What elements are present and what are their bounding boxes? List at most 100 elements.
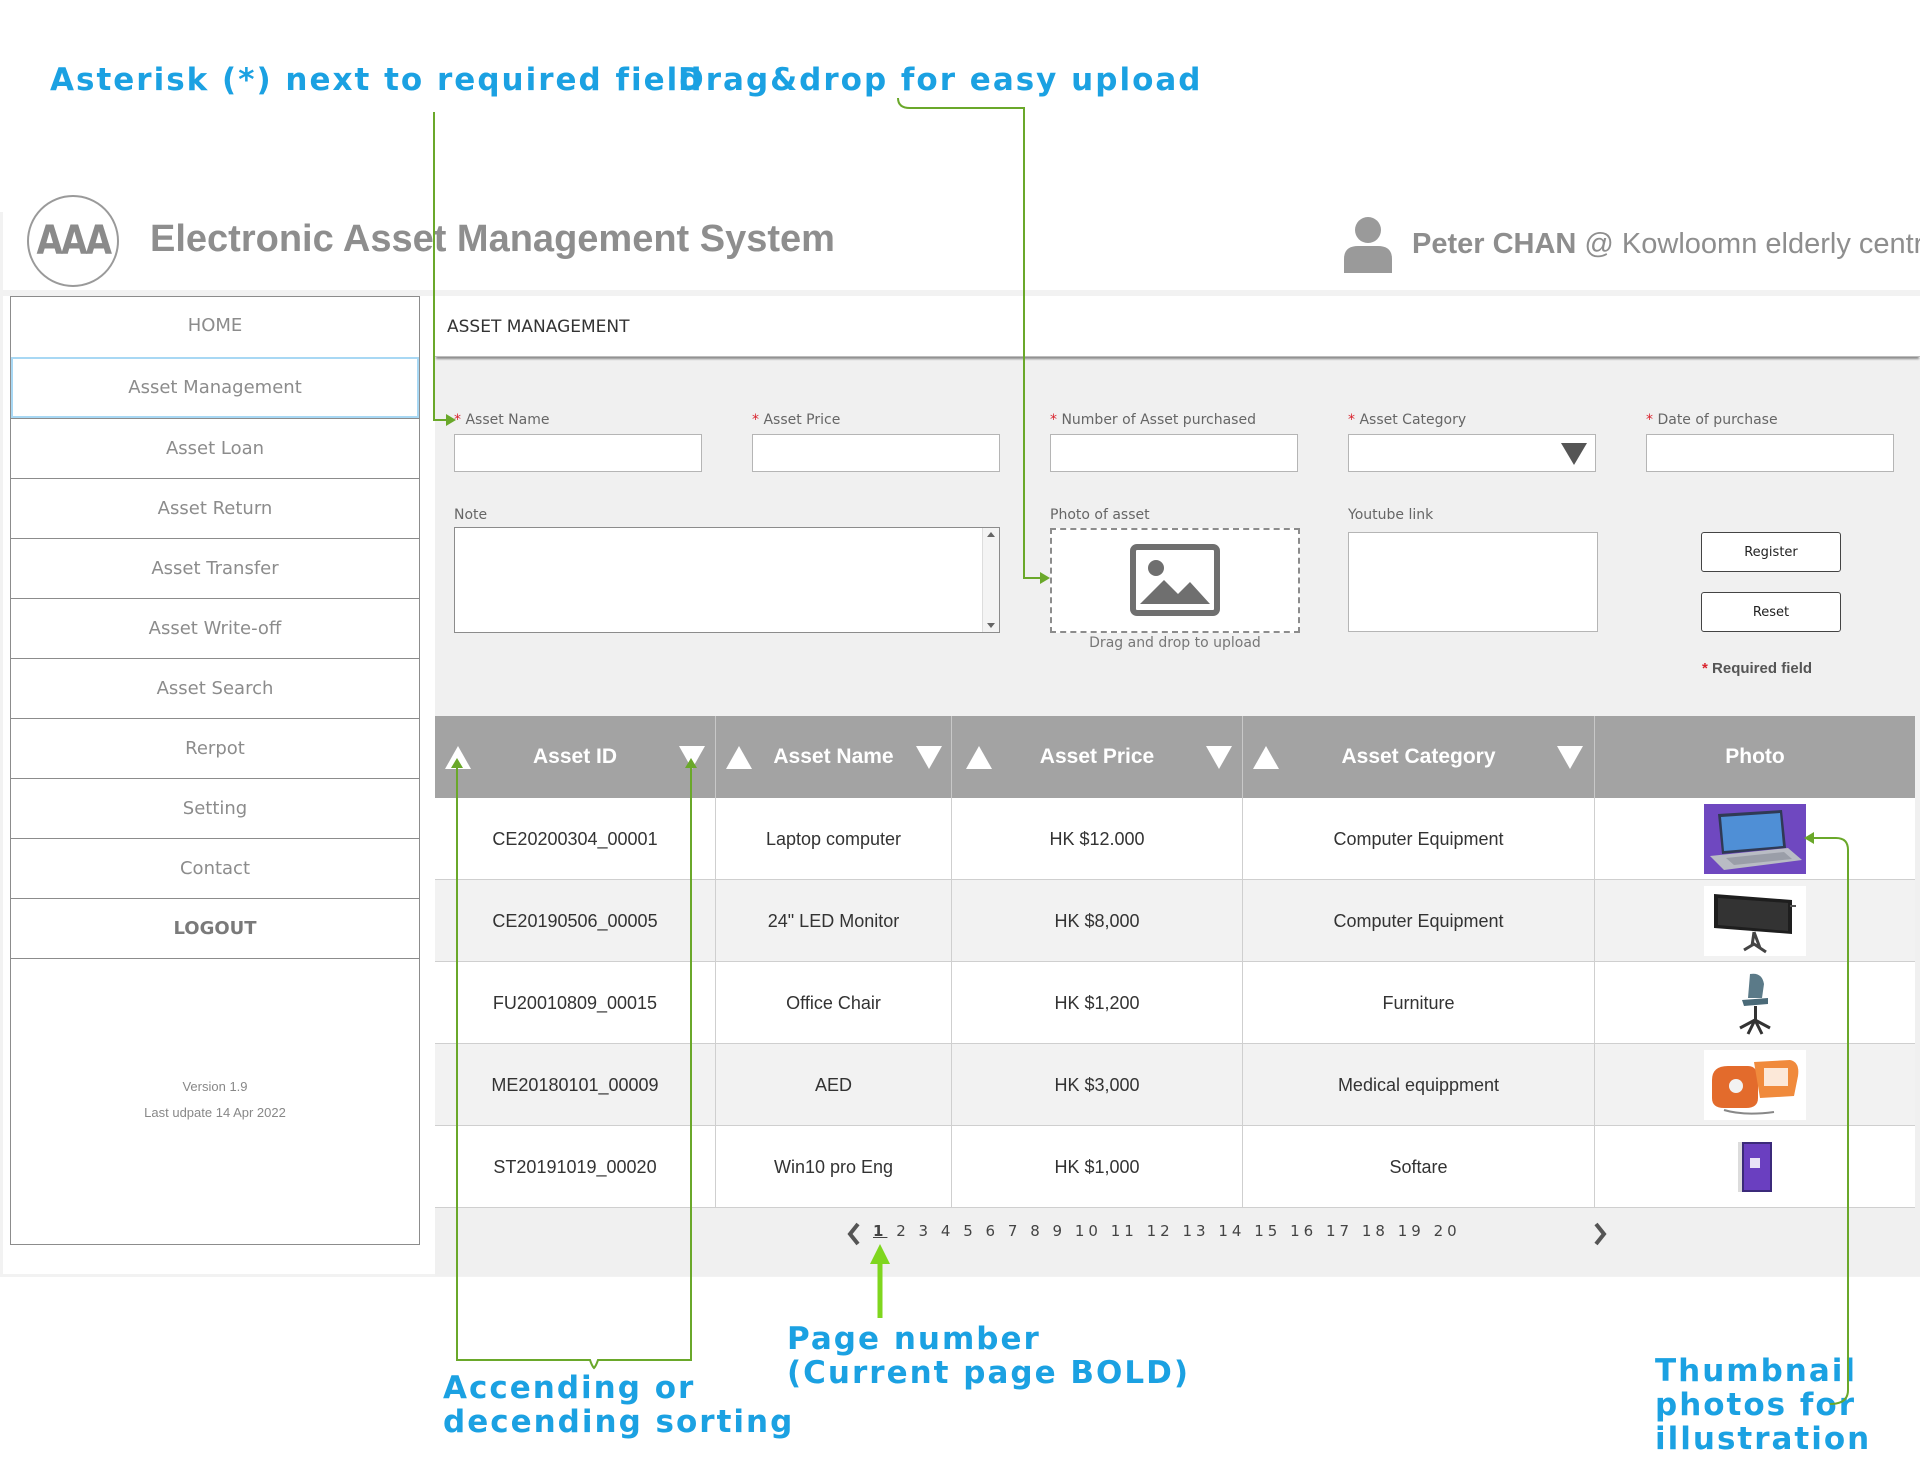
annotation-page-number-line2: (Current page BOLD) bbox=[787, 1355, 1191, 1391]
table-row[interactable]: ST20191019_00020 Win10 pro Eng HK $1,000… bbox=[435, 1126, 1915, 1208]
table-header: Asset ID Asset Name Asset Price Asset Ca… bbox=[435, 716, 1915, 798]
cell-photo bbox=[1595, 962, 1915, 1044]
sort-descending-icon[interactable] bbox=[679, 746, 705, 769]
page-link[interactable]: 18 bbox=[1362, 1222, 1389, 1240]
monitor-thumbnail[interactable] bbox=[1704, 886, 1806, 956]
page-link[interactable]: 20 bbox=[1434, 1222, 1461, 1240]
sort-ascending-icon[interactable] bbox=[726, 746, 752, 769]
sort-ascending-icon[interactable] bbox=[1253, 746, 1279, 769]
column-header-asset-name: Asset Name bbox=[716, 716, 952, 798]
required-field-legend: * Required field bbox=[1702, 660, 1813, 677]
page-link[interactable]: 11 bbox=[1111, 1222, 1138, 1240]
page-link[interactable]: 3 bbox=[919, 1222, 933, 1240]
page-title: ASSET MANAGEMENT bbox=[447, 317, 630, 337]
version-info: Version 1.9 Last udpate 14 Apr 2022 bbox=[11, 1074, 419, 1126]
table-row[interactable]: FU20010809_00015 Office Chair HK $1,200 … bbox=[435, 962, 1915, 1044]
youtube-link-input[interactable] bbox=[1348, 532, 1598, 632]
cell-asset-price: HK $1,200 bbox=[952, 962, 1243, 1044]
register-button[interactable]: Register bbox=[1701, 532, 1841, 572]
cell-asset-name: Laptop computer bbox=[716, 798, 952, 880]
cell-asset-price: HK $12.000 bbox=[952, 798, 1243, 880]
asset-name-input[interactable] bbox=[454, 434, 702, 472]
youtube-label: Youtube link bbox=[1348, 507, 1434, 523]
table-row[interactable]: ME20180101_00009 AED HK $3,000 Medical e… bbox=[435, 1044, 1915, 1126]
user-organization: @ Kowloomn elderly centre bbox=[1576, 228, 1920, 260]
page-current[interactable]: 1 bbox=[873, 1222, 887, 1240]
reset-button[interactable]: Reset bbox=[1701, 592, 1841, 632]
software-box-thumbnail[interactable] bbox=[1704, 1132, 1806, 1202]
pagination: 1 2 3 4 5 6 7 8 9 10 11 12 13 14 15 16 1… bbox=[873, 1222, 1461, 1240]
logo-text: AAA bbox=[36, 218, 112, 264]
cell-asset-price: HK $1,000 bbox=[952, 1126, 1243, 1208]
table-row[interactable]: CE20190506_00005 24" LED Monitor HK $8,0… bbox=[435, 880, 1915, 962]
sidebar-item-asset-search[interactable]: Asset Search bbox=[11, 658, 419, 718]
sidebar-item-asset-management[interactable]: Asset Management bbox=[11, 357, 419, 418]
page-link[interactable]: 17 bbox=[1326, 1222, 1353, 1240]
cell-asset-id: FU20010809_00015 bbox=[435, 962, 716, 1044]
purchase-date-label: * Date of purchase bbox=[1646, 412, 1778, 428]
aed-thumbnail[interactable] bbox=[1704, 1050, 1806, 1120]
scroll-arrows-icon[interactable] bbox=[983, 528, 999, 632]
cell-photo bbox=[1595, 880, 1915, 962]
annotation-required-field: Asterisk (*) next to required field bbox=[50, 62, 704, 98]
sort-descending-icon[interactable] bbox=[1557, 746, 1583, 769]
note-scrollbar[interactable] bbox=[982, 528, 999, 632]
laptop-thumbnail[interactable] bbox=[1704, 804, 1806, 874]
cell-photo bbox=[1595, 1126, 1915, 1208]
cell-asset-id: ME20180101_00009 bbox=[435, 1044, 716, 1126]
sort-ascending-icon[interactable] bbox=[966, 746, 992, 769]
asset-price-input[interactable] bbox=[752, 434, 1000, 472]
sidebar-item-home[interactable]: HOME bbox=[11, 296, 419, 354]
app-left-edge bbox=[0, 212, 3, 1277]
column-header-asset-price: Asset Price bbox=[952, 716, 1243, 798]
note-textarea[interactable] bbox=[454, 527, 1000, 633]
user-icon[interactable] bbox=[1342, 215, 1394, 273]
page-link[interactable]: 19 bbox=[1398, 1222, 1425, 1240]
asset-category-select[interactable] bbox=[1348, 434, 1596, 472]
chair-thumbnail[interactable] bbox=[1704, 968, 1806, 1038]
sort-descending-icon[interactable] bbox=[1206, 746, 1232, 769]
page-link[interactable]: 16 bbox=[1290, 1222, 1317, 1240]
page-link[interactable]: 12 bbox=[1147, 1222, 1174, 1240]
cell-asset-name: AED bbox=[716, 1044, 952, 1126]
page-link[interactable]: 7 bbox=[1008, 1222, 1022, 1240]
cell-asset-id: CE20200304_00001 bbox=[435, 798, 716, 880]
sidebar-item-logout[interactable]: LOGOUT bbox=[11, 898, 419, 958]
page-link[interactable]: 15 bbox=[1254, 1222, 1281, 1240]
sidebar-item-asset-loan[interactable]: Asset Loan bbox=[11, 418, 419, 478]
page-link[interactable]: 5 bbox=[963, 1222, 977, 1240]
page-link[interactable]: 14 bbox=[1218, 1222, 1245, 1240]
asset-number-label: * Number of Asset purchased bbox=[1050, 412, 1256, 428]
sort-ascending-icon[interactable] bbox=[445, 746, 471, 769]
sidebar-item-report[interactable]: Rerpot bbox=[11, 718, 419, 778]
sidebar-item-asset-write-off[interactable]: Asset Write-off bbox=[11, 598, 419, 658]
previous-page-icon[interactable] bbox=[846, 1222, 862, 1246]
sidebar-item-asset-return[interactable]: Asset Return bbox=[11, 478, 419, 538]
cell-asset-category: Softare bbox=[1243, 1126, 1595, 1208]
version-number: Version 1.9 bbox=[182, 1079, 248, 1094]
page-link[interactable]: 9 bbox=[1053, 1222, 1067, 1240]
note-label: Note bbox=[454, 507, 488, 523]
page-link[interactable]: 8 bbox=[1030, 1222, 1044, 1240]
page-link[interactable]: 4 bbox=[941, 1222, 955, 1240]
photo-drop-zone[interactable] bbox=[1050, 528, 1300, 633]
table-row[interactable]: CE20200304_00001 Laptop computer HK $12.… bbox=[435, 798, 1915, 880]
user-label[interactable]: Peter CHAN @ Kowloomn elderly centre bbox=[1412, 228, 1920, 261]
asset-number-input[interactable] bbox=[1050, 434, 1298, 472]
dropdown-arrow-icon[interactable] bbox=[1561, 443, 1587, 465]
cell-asset-id: ST20191019_00020 bbox=[435, 1126, 716, 1208]
cell-photo bbox=[1595, 1044, 1915, 1126]
page-link[interactable]: 6 bbox=[986, 1222, 1000, 1240]
cell-asset-id: CE20190506_00005 bbox=[435, 880, 716, 962]
sidebar: HOME Asset Management Asset Loan Asset R… bbox=[10, 296, 420, 1245]
annotation-thumbnail-line3: illustration bbox=[1655, 1421, 1872, 1457]
page-link[interactable]: 2 bbox=[896, 1222, 910, 1240]
sidebar-item-asset-transfer[interactable]: Asset Transfer bbox=[11, 538, 419, 598]
page-link[interactable]: 13 bbox=[1182, 1222, 1209, 1240]
sidebar-item-setting[interactable]: Setting bbox=[11, 778, 419, 838]
sidebar-item-contact[interactable]: Contact bbox=[11, 838, 419, 898]
sort-descending-icon[interactable] bbox=[916, 746, 942, 769]
purchase-date-input[interactable] bbox=[1646, 434, 1894, 472]
next-page-icon[interactable] bbox=[1592, 1222, 1608, 1246]
page-link[interactable]: 10 bbox=[1075, 1222, 1102, 1240]
